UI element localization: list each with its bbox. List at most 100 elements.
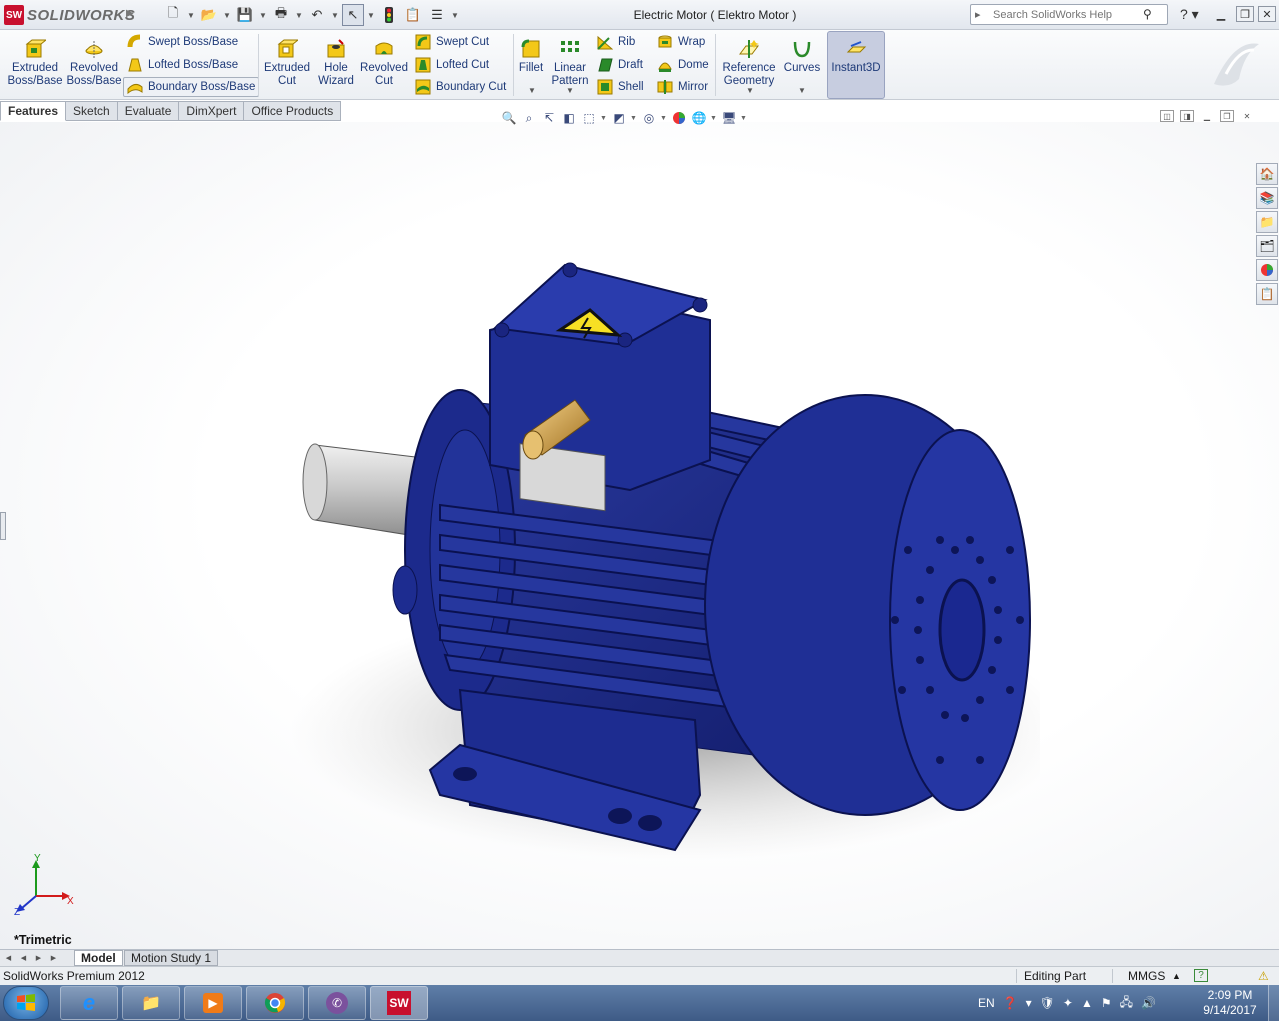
design-library-icon[interactable]: 📚 [1256, 187, 1278, 209]
tab-model[interactable]: Model [74, 950, 123, 966]
solidworks-logo[interactable]: SW SOLIDWORKS [4, 5, 135, 25]
chevron-down-icon[interactable]: ▼ [600, 115, 608, 122]
minimize-button[interactable]: ▁ [1212, 6, 1230, 22]
solidworks-resources-icon[interactable]: 🏠 [1256, 163, 1278, 185]
language-indicator[interactable]: EN [978, 996, 995, 1010]
display-style-icon[interactable]: ◩ [610, 109, 628, 127]
chevron-down-icon[interactable]: ▼ [294, 4, 304, 26]
tab-motion-study-1[interactable]: Motion Study 1 [124, 950, 219, 966]
chevron-down-icon[interactable]: ▼ [798, 86, 806, 95]
scroll-last-icon[interactable]: ▶ [47, 952, 60, 964]
view-orientation-icon[interactable]: ⬚ [580, 109, 598, 127]
file-properties-icon[interactable]: 📋 [402, 4, 424, 26]
volume-icon[interactable]: 🔊 [1141, 996, 1156, 1010]
file-explorer-icon[interactable]: 📁 [1256, 211, 1278, 233]
lofted-boss-button[interactable]: Lofted Boss/Base [124, 55, 241, 75]
instant3d-button[interactable]: Instant3D [827, 31, 885, 99]
app-tray-icon[interactable]: ✦ [1063, 996, 1073, 1010]
shell-button[interactable]: Shell [594, 77, 647, 97]
appearances-scenes-icon[interactable] [1256, 259, 1278, 281]
chevron-down-icon[interactable]: ▼ [450, 4, 460, 26]
scroll-prev-icon[interactable]: ◀ [17, 952, 30, 964]
chrome-icon[interactable] [246, 986, 304, 1020]
chevron-down-icon[interactable]: ▼ [528, 86, 536, 95]
chevron-down-icon[interactable]: ▼ [740, 115, 748, 122]
menu-flyout-arrow-icon[interactable]: ▶ [126, 8, 134, 22]
rebuild-traffic-light-icon[interactable] [378, 4, 400, 26]
help-icon[interactable]: ? ▾ [1180, 6, 1199, 23]
dome-button[interactable]: Dome [654, 55, 712, 75]
hide-show-items-icon[interactable]: ◎ [640, 109, 658, 127]
undo-icon[interactable]: ↶ [306, 4, 328, 26]
open-folder-icon[interactable]: 📂 [198, 4, 220, 26]
search-icon[interactable]: ⚲ [1143, 7, 1152, 21]
boundary-boss-button[interactable]: Boundary Boss/Base [123, 77, 260, 97]
chevron-down-icon[interactable]: ▼ [222, 4, 232, 26]
antivirus-tray-icon[interactable]: 🛡 [1040, 996, 1055, 1010]
show-desktop-button[interactable] [1268, 985, 1279, 1021]
help-status-icon[interactable]: ? [1194, 969, 1208, 982]
select-pointer-icon[interactable]: ↖ [342, 4, 364, 26]
network-icon[interactable]: 🖧 [1120, 993, 1133, 1014]
restore-button[interactable]: ❐ [1236, 6, 1254, 22]
chevron-down-icon[interactable]: ▼ [330, 4, 340, 26]
solidworks-taskbar-icon[interactable]: SW [370, 986, 428, 1020]
zoom-to-area-icon[interactable]: ⌕ [520, 109, 538, 127]
viewport-split-icon[interactable]: ◫ [1160, 110, 1174, 122]
chevron-up-icon[interactable]: ▲ [1172, 971, 1181, 981]
edit-appearance-icon[interactable] [670, 109, 688, 127]
tab-sketch[interactable]: Sketch [66, 101, 118, 121]
extruded-boss-button[interactable]: Extruded Boss/Base [8, 32, 63, 96]
swept-boss-button[interactable]: Swept Boss/Base [124, 32, 241, 52]
electric-motor-model[interactable] [280, 250, 1040, 870]
unit-system[interactable]: MMGS [1128, 969, 1165, 983]
show-hidden-icons-icon[interactable]: ▲ [1081, 996, 1093, 1010]
chevron-down-icon[interactable]: ▼ [710, 115, 718, 122]
internet-explorer-icon[interactable]: e [60, 986, 118, 1020]
action-center-icon[interactable]: ⚑ [1101, 996, 1112, 1010]
extruded-cut-button[interactable]: Extruded Cut [262, 32, 312, 96]
previous-view-icon[interactable]: ↸ [540, 109, 558, 127]
chevron-down-icon[interactable]: ▼ [630, 115, 638, 122]
rebuild-status-icon[interactable]: ⚠ [1258, 969, 1269, 983]
help-search-box[interactable]: ▸ ⚲ [970, 4, 1168, 25]
chevron-down-icon[interactable]: ▼ [258, 4, 268, 26]
new-document-icon[interactable]: 🗋 [162, 4, 184, 26]
zoom-to-fit-icon[interactable]: 🔍 [500, 109, 518, 127]
system-clock[interactable]: 2:09 PM 9/14/2017 [1198, 988, 1262, 1018]
section-view-icon[interactable]: ◧ [560, 109, 578, 127]
revolved-boss-button[interactable]: Revolved Boss/Base [66, 32, 122, 96]
viber-icon[interactable]: ✆ [308, 986, 366, 1020]
mirror-button[interactable]: Mirror [654, 77, 711, 97]
draft-button[interactable]: Draft [594, 55, 646, 75]
close-button[interactable]: ✕ [1258, 6, 1276, 22]
chevron-down-icon[interactable]: ▼ [366, 4, 376, 26]
swept-cut-button[interactable]: Swept Cut [412, 32, 492, 52]
hole-wizard-button[interactable]: Hole Wizard [314, 32, 358, 96]
lofted-cut-button[interactable]: Lofted Cut [412, 55, 492, 75]
chevron-down-icon[interactable]: ▼ [660, 115, 668, 122]
chevron-down-icon[interactable]: ▼ [746, 86, 754, 95]
custom-properties-icon[interactable]: 📋 [1256, 283, 1278, 305]
viewport-restore-icon[interactable]: ❐ [1220, 110, 1234, 122]
revolved-cut-button[interactable]: Revolved Cut [360, 32, 408, 96]
tab-office-products[interactable]: Office Products [244, 101, 342, 121]
apply-scene-icon[interactable]: 🌐 [690, 109, 708, 127]
media-player-icon[interactable]: ▶ [184, 986, 242, 1020]
boundary-cut-button[interactable]: Boundary Cut [412, 77, 509, 97]
rib-button[interactable]: Rib [594, 32, 638, 52]
search-input[interactable] [993, 7, 1143, 22]
tab-evaluate[interactable]: Evaluate [117, 101, 180, 121]
scroll-next-icon[interactable]: ▶ [32, 952, 45, 964]
scroll-first-icon[interactable]: ◀ [2, 952, 15, 964]
chevron-down-icon[interactable]: ▼ [186, 4, 196, 26]
tab-dimxpert[interactable]: DimXpert [179, 101, 245, 121]
viewport-minimize-icon[interactable]: ▁ [1200, 110, 1214, 122]
chevron-down-icon[interactable]: ▼ [566, 86, 574, 95]
viewport-split-icon[interactable]: ◨ [1180, 110, 1194, 122]
pin-tray-icon[interactable]: ▾ [1026, 996, 1032, 1010]
print-icon[interactable]: 🖶 [270, 4, 292, 26]
viewport-close-icon[interactable]: ✕ [1240, 110, 1254, 122]
tab-features[interactable]: Features [0, 101, 67, 121]
start-button[interactable] [3, 986, 49, 1020]
